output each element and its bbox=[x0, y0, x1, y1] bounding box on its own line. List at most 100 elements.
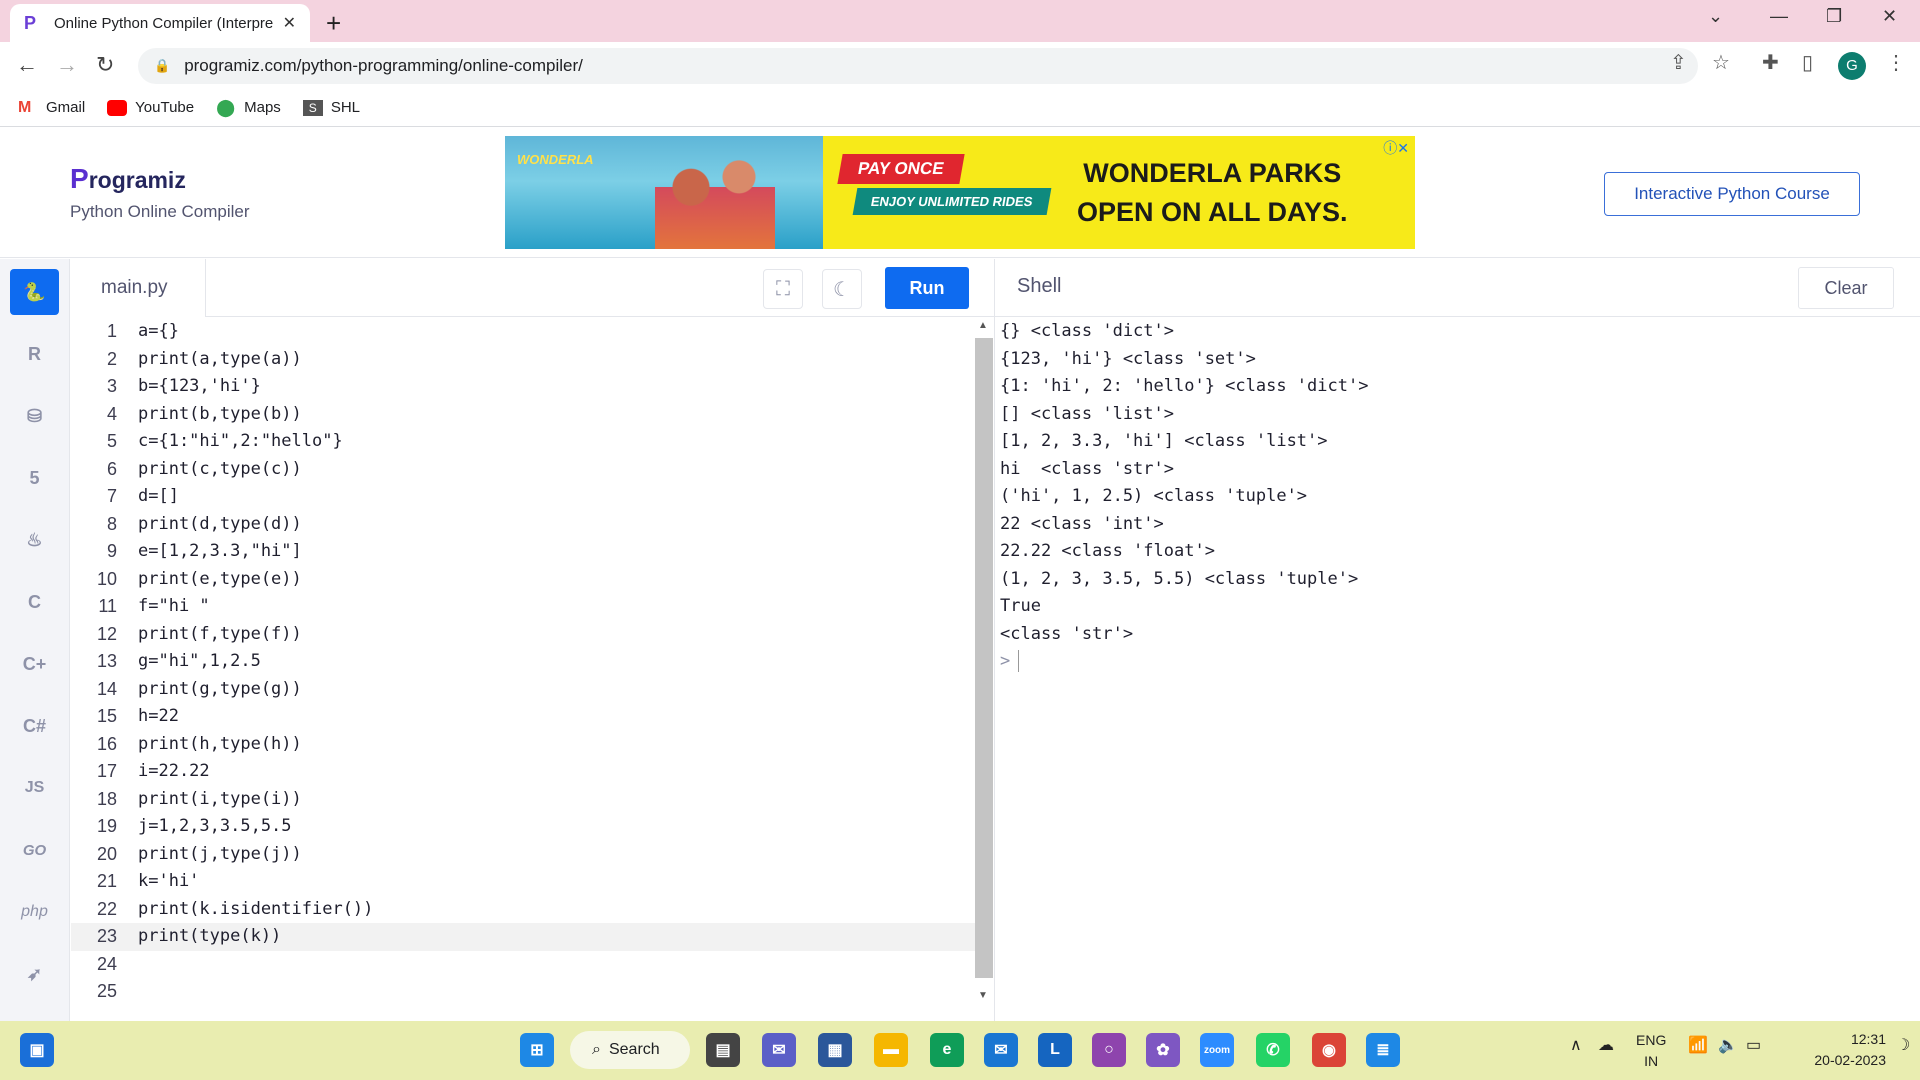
code-line[interactable]: 11 f="hi " bbox=[71, 593, 975, 621]
app-ring-icon[interactable]: ○ bbox=[1092, 1033, 1126, 1067]
browser-tab[interactable]: P Online Python Compiler (Interpre ✕ bbox=[10, 4, 310, 42]
code-line[interactable]: 4 print(b,type(b)) bbox=[71, 401, 975, 429]
bookmark-maps[interactable]: ⬤ Maps bbox=[216, 99, 281, 117]
file-explorer-icon[interactable]: ▬ bbox=[874, 1033, 908, 1067]
swift-icon[interactable]: ➶ bbox=[10, 951, 59, 997]
advertisement-banner[interactable]: WONDERLA PAY ONCE ENJOY UNLIMITED RIDES … bbox=[505, 136, 1415, 249]
code-line[interactable]: 22 print(k.isidentifier()) bbox=[71, 896, 975, 924]
code-text[interactable]: j=1,2,3,3.5,5.5 bbox=[138, 813, 292, 841]
chrome-icon[interactable]: ◉ bbox=[1312, 1033, 1346, 1067]
code-editor[interactable]: 1 a={} 2 print(a,type(a)) 3 b={123,'hi'} 4 prin… bbox=[71, 318, 975, 1021]
javascript-icon[interactable]: JS bbox=[10, 765, 59, 811]
code-text[interactable]: print(type(k)) bbox=[138, 923, 281, 951]
code-text[interactable]: print(f,type(f)) bbox=[138, 621, 302, 649]
notepad-icon[interactable]: ≣ bbox=[1366, 1033, 1400, 1067]
code-text[interactable]: print(k.isidentifier()) bbox=[138, 896, 373, 924]
taskbar-search[interactable]: ⌕ Search bbox=[570, 1031, 690, 1069]
task-view-icon[interactable]: ▤ bbox=[706, 1033, 740, 1067]
scroll-up-icon[interactable]: ▲ bbox=[978, 320, 988, 331]
widgets-icon[interactable]: ▣ bbox=[20, 1033, 54, 1067]
code-line[interactable]: 20 print(j,type(j)) bbox=[71, 841, 975, 869]
code-text[interactable]: print(d,type(d)) bbox=[138, 511, 302, 539]
code-line[interactable]: 1 a={} bbox=[71, 318, 975, 346]
profile-avatar[interactable]: G bbox=[1838, 52, 1866, 80]
photos-icon[interactable]: ✿ bbox=[1146, 1033, 1180, 1067]
restore-button[interactable]: ❐ bbox=[1826, 6, 1842, 27]
java-icon[interactable]: ♨ bbox=[10, 517, 59, 563]
bookmark-gmail[interactable]: M Gmail bbox=[18, 99, 85, 116]
code-line[interactable]: 15 h=22 bbox=[71, 703, 975, 731]
python-icon[interactable]: 🐍 bbox=[10, 269, 59, 315]
bookmark-shl[interactable]: S SHL bbox=[302, 99, 360, 116]
csharp-icon[interactable]: C# bbox=[10, 703, 59, 749]
close-tab-icon[interactable]: ✕ bbox=[283, 13, 296, 33]
code-line[interactable]: 16 print(h,type(h)) bbox=[71, 731, 975, 759]
edge-browser-icon[interactable]: e bbox=[930, 1033, 964, 1067]
extensions-icon[interactable]: ✚ bbox=[1762, 50, 1779, 75]
side-panel-icon[interactable]: ▯ bbox=[1802, 50, 1813, 75]
minimize-button[interactable]: — bbox=[1770, 6, 1788, 27]
battery-icon[interactable]: ▭ bbox=[1746, 1035, 1761, 1055]
file-tab-main[interactable]: main.py bbox=[71, 259, 206, 317]
html-icon[interactable]: 5 bbox=[10, 455, 59, 501]
code-text[interactable]: print(i,type(i)) bbox=[138, 786, 302, 814]
url-field[interactable]: 🔒 programiz.com/python-programming/onlin… bbox=[138, 48, 1698, 84]
code-line[interactable]: 9 e=[1,2,3.3,"hi"] bbox=[71, 538, 975, 566]
r-language-icon[interactable]: R bbox=[10, 331, 59, 377]
tray-overflow-icon[interactable]: ∧ bbox=[1570, 1035, 1582, 1055]
onedrive-cloud-icon[interactable]: ☁ bbox=[1598, 1035, 1614, 1055]
code-line[interactable]: 18 print(i,type(i)) bbox=[71, 786, 975, 814]
code-line[interactable]: 24 bbox=[71, 951, 975, 979]
zoom-icon[interactable]: zoom bbox=[1200, 1033, 1234, 1067]
bookmark-star-icon[interactable]: ☆ bbox=[1712, 50, 1730, 75]
code-text[interactable]: print(e,type(e)) bbox=[138, 566, 302, 594]
code-text[interactable]: i=22.22 bbox=[138, 758, 210, 786]
new-tab-button[interactable]: + bbox=[326, 8, 341, 39]
shell-prompt-line[interactable]: > bbox=[1000, 648, 1900, 676]
tab-search-icon[interactable]: ⌄ bbox=[1708, 6, 1723, 27]
whatsapp-icon[interactable]: ✆ bbox=[1256, 1033, 1290, 1067]
teams-chat-icon[interactable]: ✉ bbox=[762, 1033, 796, 1067]
code-text[interactable]: print(j,type(j)) bbox=[138, 841, 302, 869]
code-text[interactable]: print(a,type(a)) bbox=[138, 346, 302, 374]
dark-mode-icon[interactable]: ☾ bbox=[822, 269, 862, 309]
wifi-icon[interactable]: 📶 bbox=[1688, 1035, 1708, 1055]
bookmark-youtube[interactable]: YouTube bbox=[107, 99, 194, 116]
code-text[interactable]: print(b,type(b)) bbox=[138, 401, 302, 429]
code-line[interactable]: 8 print(d,type(d)) bbox=[71, 511, 975, 539]
run-button[interactable]: Run bbox=[885, 267, 969, 309]
code-text[interactable]: g="hi",1,2.5 bbox=[138, 648, 261, 676]
code-line[interactable]: 13 g="hi",1,2.5 bbox=[71, 648, 975, 676]
reload-icon[interactable]: ↻ bbox=[96, 52, 114, 78]
c-language-icon[interactable]: C bbox=[10, 579, 59, 625]
code-text[interactable]: k='hi' bbox=[138, 868, 199, 896]
code-line[interactable]: 25 bbox=[71, 978, 975, 1006]
go-icon[interactable]: GO bbox=[10, 827, 59, 873]
scroll-down-icon[interactable]: ▼ bbox=[978, 990, 988, 1001]
php-icon[interactable]: php bbox=[10, 889, 59, 935]
code-line[interactable]: 10 print(e,type(e)) bbox=[71, 566, 975, 594]
code-line[interactable]: 2 print(a,type(a)) bbox=[71, 346, 975, 374]
l-app-icon[interactable]: L bbox=[1038, 1033, 1072, 1067]
code-text[interactable]: print(c,type(c)) bbox=[138, 456, 302, 484]
code-line[interactable]: 3 b={123,'hi'} bbox=[71, 373, 975, 401]
code-line[interactable]: 23 print(type(k)) bbox=[71, 923, 975, 951]
code-text[interactable]: c={1:"hi",2:"hello"} bbox=[138, 428, 343, 456]
code-line[interactable]: 6 print(c,type(c)) bbox=[71, 456, 975, 484]
code-line[interactable]: 7 d=[] bbox=[71, 483, 975, 511]
interactive-python-course-button[interactable]: Interactive Python Course bbox=[1604, 172, 1860, 216]
code-text[interactable]: d=[] bbox=[138, 483, 179, 511]
input-language-indicator[interactable]: ENG IN bbox=[1636, 1030, 1666, 1072]
code-text[interactable]: e=[1,2,3.3,"hi"] bbox=[138, 538, 302, 566]
code-line[interactable]: 12 print(f,type(f)) bbox=[71, 621, 975, 649]
code-line[interactable]: 5 c={1:"hi",2:"hello"} bbox=[71, 428, 975, 456]
fullscreen-icon[interactable]: ⛶ bbox=[763, 269, 803, 309]
code-text[interactable]: f="hi " bbox=[138, 593, 210, 621]
editor-scrollbar[interactable]: ▲ ▼ bbox=[975, 320, 993, 1005]
volume-icon[interactable]: 🔈 bbox=[1718, 1035, 1738, 1055]
code-text[interactable]: print(g,type(g)) bbox=[138, 676, 302, 704]
sql-database-icon[interactable]: ⛁ bbox=[10, 393, 59, 439]
ad-close-icon[interactable]: ⓘ✕ bbox=[1383, 138, 1409, 158]
code-line[interactable]: 19 j=1,2,3,3.5,5.5 bbox=[71, 813, 975, 841]
scrollbar-thumb[interactable] bbox=[975, 338, 993, 978]
